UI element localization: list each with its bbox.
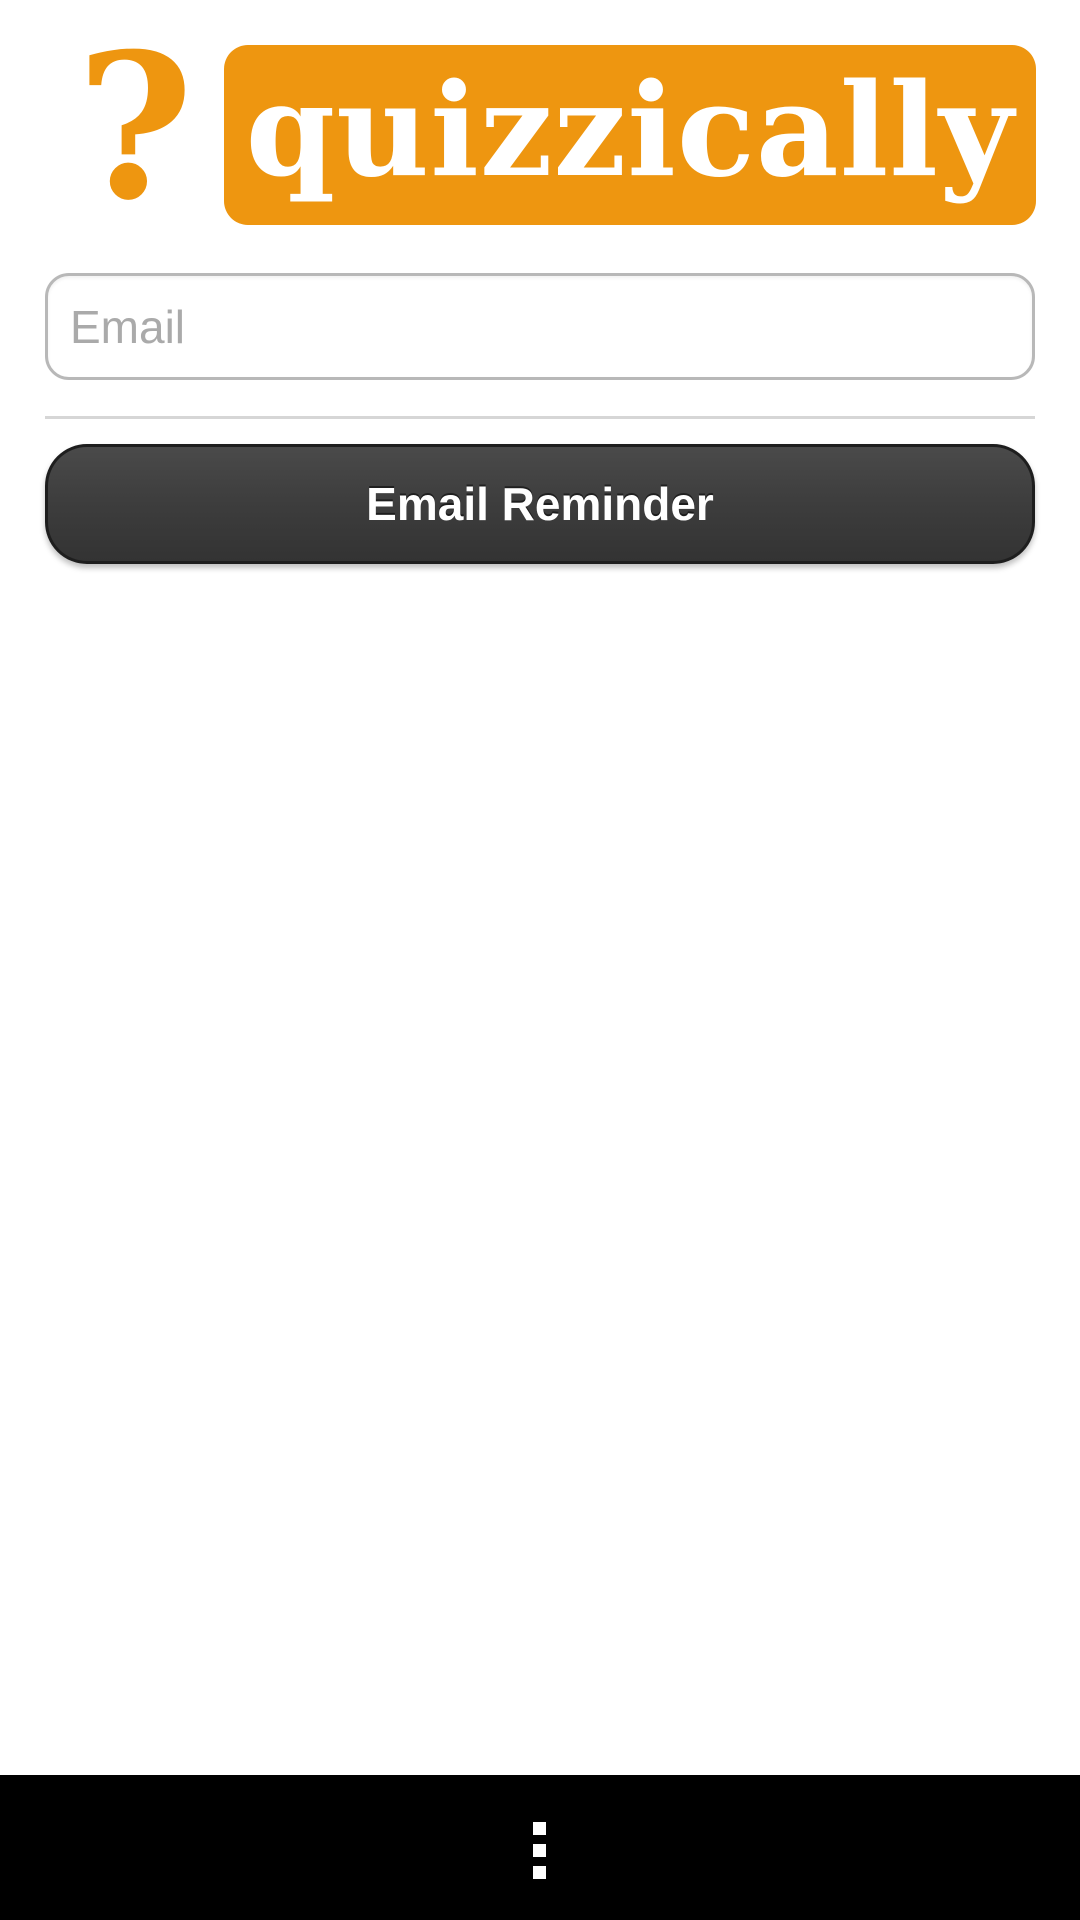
screen: ? quizzically Email Reminder: [0, 0, 1080, 1920]
email-input[interactable]: [45, 273, 1035, 380]
navigation-bar: [0, 1775, 1080, 1920]
email-reminder-button[interactable]: Email Reminder: [45, 444, 1035, 564]
logo-text: quizzically: [245, 56, 1015, 206]
question-mark-logo-icon: ?: [76, 10, 194, 245]
overflow-menu-icon[interactable]: [530, 1820, 550, 1880]
app-header: ? quizzically: [0, 0, 1080, 240]
divider: [45, 416, 1035, 419]
logo-badge: quizzically: [224, 45, 1036, 225]
